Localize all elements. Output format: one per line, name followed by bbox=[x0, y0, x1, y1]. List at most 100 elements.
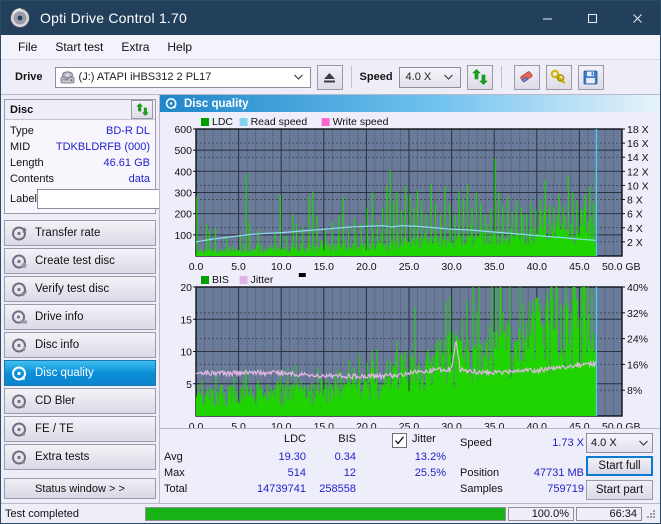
refresh-icon bbox=[471, 69, 488, 85]
svg-text:20: 20 bbox=[180, 282, 192, 294]
menu-bar: File Start test Extra Help bbox=[1, 35, 660, 60]
sidebar-item-transfer-rate[interactable]: Transfer rate bbox=[4, 220, 156, 246]
svg-text:300: 300 bbox=[174, 188, 192, 200]
test-speed-select[interactable]: 4.0 X bbox=[586, 433, 653, 453]
disc-quality-icon bbox=[165, 97, 178, 110]
svg-text:5: 5 bbox=[186, 379, 192, 391]
speed-select[interactable]: 4.0 X bbox=[398, 66, 461, 88]
chevron-down-icon bbox=[639, 438, 648, 448]
disc-label-row: Label bbox=[10, 189, 240, 209]
eject-button[interactable] bbox=[316, 64, 343, 90]
disc-contents-label: Contents bbox=[10, 173, 55, 185]
svg-text:6 X: 6 X bbox=[627, 209, 643, 221]
sidebar-item-cd-bler[interactable]: CD Bler bbox=[4, 388, 156, 414]
svg-text:15: 15 bbox=[180, 314, 192, 326]
content-area: Disc Type BD-R DL MID TDKBLDRFB (000) Le… bbox=[1, 95, 660, 507]
sidebar-item-label: Drive info bbox=[35, 311, 84, 323]
fe-te-icon bbox=[11, 421, 28, 438]
start-part-button[interactable]: Start part bbox=[586, 480, 653, 500]
disc-properties: Type BD-R DL MID TDKBLDRFB (000) Length … bbox=[5, 120, 240, 213]
stats-samples-label: Samples bbox=[460, 483, 503, 495]
sidebar-item-extra-tests[interactable]: Extra tests bbox=[4, 444, 156, 470]
sidebar-item-drive-info[interactable]: Drive info bbox=[4, 304, 156, 330]
close-button[interactable] bbox=[615, 1, 660, 35]
main-panel: Disc quality 100 200 300 400 500 600 2 X 4 X 6 X… bbox=[159, 95, 660, 507]
charts-area: 100 200 300 400 500 600 2 X 4 X 6 X 8 X 10 X 12 X 14… bbox=[160, 112, 660, 433]
refresh-icon bbox=[135, 103, 149, 116]
jitter-label: Jitter bbox=[412, 433, 436, 445]
sidebar-item-disc-quality[interactable]: Disc quality bbox=[4, 360, 156, 386]
svg-text:18 X: 18 X bbox=[627, 124, 649, 136]
svg-text:500: 500 bbox=[174, 145, 192, 157]
progress-bar bbox=[145, 506, 506, 521]
stats-position-value: 47731 MB bbox=[533, 467, 584, 479]
status-bar: Test completed 100.0% 66:34 bbox=[1, 503, 660, 523]
ldc-chart[interactable]: 100 200 300 400 500 600 2 X 4 X 6 X 8 X 10 X 12 X 14… bbox=[160, 112, 660, 277]
start-full-button[interactable]: Start full bbox=[586, 456, 653, 476]
disc-mid-label: MID bbox=[10, 141, 31, 153]
save-icon bbox=[583, 70, 598, 84]
menu-help[interactable]: Help bbox=[158, 37, 201, 57]
svg-text:LDC: LDC bbox=[212, 116, 233, 128]
stats-max-jitter: 25.5% bbox=[414, 467, 446, 479]
menu-start-test[interactable]: Start test bbox=[46, 37, 112, 57]
save-button[interactable] bbox=[577, 64, 604, 90]
svg-text:Jitter: Jitter bbox=[251, 274, 274, 286]
sidebar-item-label: CD Bler bbox=[35, 395, 76, 407]
sidebar-item-label: Verify test disc bbox=[35, 283, 110, 295]
elapsed-time: 66:34 bbox=[576, 506, 642, 521]
toolbar-divider-2 bbox=[500, 66, 502, 88]
drive-value: (J:) ATAPI iHBS312 2 PL17 bbox=[78, 71, 212, 83]
disc-panel-header: Disc bbox=[5, 100, 155, 120]
stats-header-ldc: LDC bbox=[283, 433, 306, 445]
stats-total-ldc: 14739741 bbox=[257, 483, 306, 495]
sidebar-item-fe-te[interactable]: FE / TE bbox=[4, 416, 156, 442]
svg-text:16%: 16% bbox=[627, 359, 648, 371]
disc-row-length: Length 46.61 GB bbox=[10, 155, 150, 171]
sidebar-item-label: FE / TE bbox=[35, 423, 74, 435]
sidebar-item-verify-test-disc[interactable]: Verify test disc bbox=[4, 276, 156, 302]
test-nav: Transfer rate Create test disc Verify te… bbox=[4, 220, 156, 470]
svg-text:12 X: 12 X bbox=[627, 166, 649, 178]
sidebar-item-create-test-disc[interactable]: Create test disc bbox=[4, 248, 156, 274]
speed-value: 4.0 X bbox=[405, 71, 432, 83]
tools-button[interactable] bbox=[545, 64, 572, 90]
sidebar: Disc Type BD-R DL MID TDKBLDRFB (000) Le… bbox=[1, 95, 240, 507]
bis-chart[interactable]: 5 10 15 20 8% 16% 24% 32% 40% 0.0 5.0 10.0 15.0 20.0 2… bbox=[160, 270, 660, 435]
erase-button[interactable] bbox=[513, 64, 540, 90]
eraser-icon bbox=[520, 71, 533, 83]
stats-row-avg-label: Avg bbox=[164, 451, 183, 463]
menu-extra[interactable]: Extra bbox=[112, 37, 158, 57]
sidebar-item-label: Transfer rate bbox=[35, 227, 101, 239]
speed-label: Speed bbox=[359, 71, 393, 83]
chevron-down-icon bbox=[293, 72, 303, 82]
stats-max-ldc: 514 bbox=[287, 467, 306, 479]
resize-grip-icon[interactable] bbox=[645, 508, 657, 520]
disc-type-value: BD-R DL bbox=[105, 125, 150, 137]
svg-text:Write speed: Write speed bbox=[333, 116, 389, 128]
drive-select[interactable]: (J:) ATAPI iHBS312 2 PL17 bbox=[54, 66, 311, 88]
svg-text:200: 200 bbox=[174, 209, 192, 221]
maximize-button[interactable] bbox=[570, 1, 615, 35]
svg-text:2 X: 2 X bbox=[627, 237, 643, 249]
jitter-checkbox[interactable] bbox=[392, 433, 407, 448]
stats-speed-label: Speed bbox=[460, 437, 492, 449]
drive-icon bbox=[60, 70, 75, 85]
menu-file[interactable]: File bbox=[9, 37, 46, 57]
sidebar-item-disc-info[interactable]: Disc info bbox=[4, 332, 156, 358]
refresh-drive-button[interactable] bbox=[466, 64, 493, 90]
sidebar-item-label: Disc quality bbox=[35, 367, 94, 379]
status-window-button[interactable]: Status window > > bbox=[4, 478, 156, 499]
svg-text:100: 100 bbox=[174, 230, 192, 242]
window-controls bbox=[525, 1, 660, 35]
disc-refresh-button[interactable] bbox=[131, 100, 153, 119]
disc-info-icon bbox=[11, 337, 28, 354]
svg-text:Read speed: Read speed bbox=[251, 116, 308, 128]
disc-length-value: 46.61 GB bbox=[103, 157, 150, 169]
disc-panel: Disc Type BD-R DL MID TDKBLDRFB (000) Le… bbox=[4, 99, 240, 214]
minimize-button[interactable] bbox=[525, 1, 570, 35]
svg-text:BIS: BIS bbox=[212, 274, 229, 286]
toolbar-divider bbox=[350, 66, 352, 88]
svg-text:8%: 8% bbox=[627, 385, 642, 397]
stats-avg-ldc: 19.30 bbox=[278, 451, 306, 463]
